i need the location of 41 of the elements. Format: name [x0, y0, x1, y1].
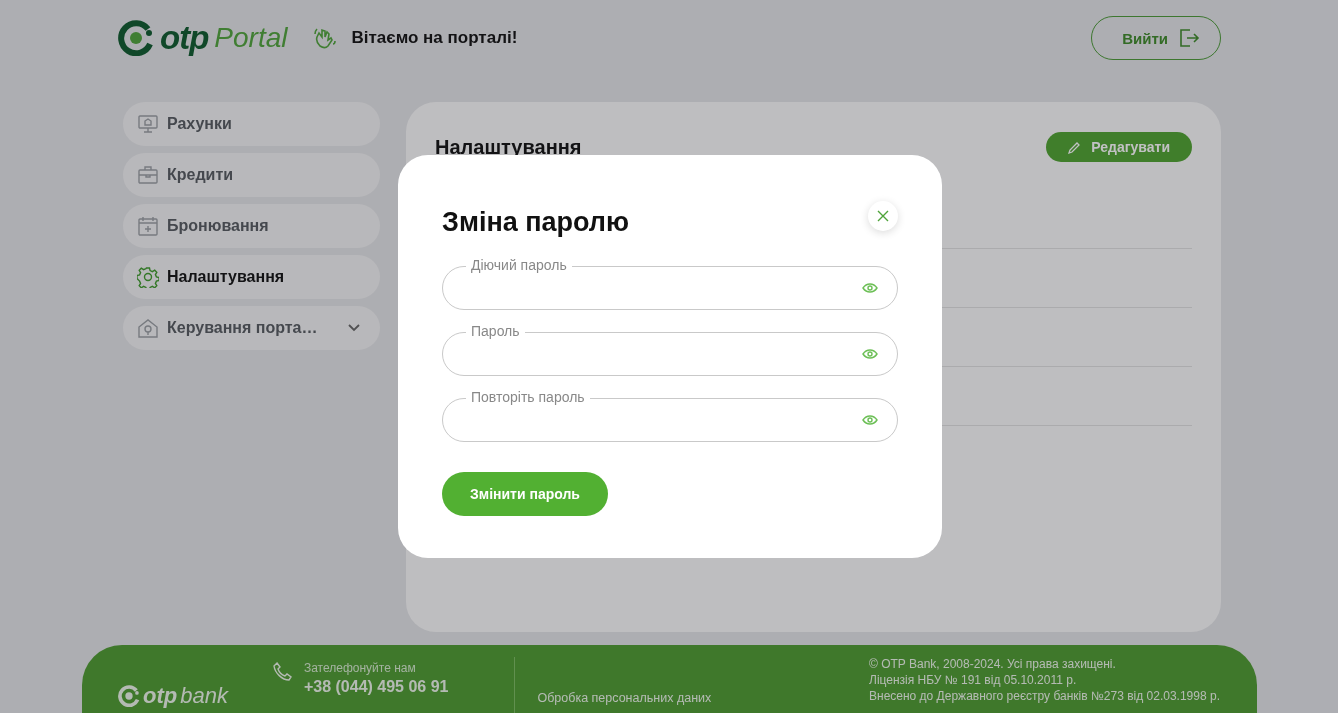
briefcase-icon — [137, 164, 159, 186]
sidebar-item[interactable]: Бронювання — [123, 204, 380, 248]
change-password-button[interactable]: Змінити пароль — [442, 472, 608, 516]
sidebar-item[interactable]: Налаштування — [123, 255, 380, 299]
password-field[interactable]: Діючий пароль — [442, 257, 898, 310]
privacy-link[interactable]: Обробка персональних даних — [537, 691, 712, 713]
password-field[interactable]: Повторіть пароль — [442, 389, 898, 442]
field-label: Пароль — [466, 323, 525, 339]
close-button[interactable] — [868, 200, 898, 231]
footer-logo: otpbank — [118, 683, 228, 709]
legal-text: © OTP Bank, 2008-2024. Усі права захищені. — [869, 657, 1117, 672]
waving-hand-icon — [313, 26, 338, 50]
sidebar-item[interactable]: Рахунки — [123, 102, 380, 146]
logo-icon — [118, 20, 154, 56]
logo-icon — [118, 685, 140, 707]
call-label: Зателефонуйте нам — [303, 661, 417, 675]
chevron-down-icon — [348, 324, 360, 332]
house-icon — [137, 317, 159, 339]
legal-text: Ліцензія НБУ № 191 від 05.10.2011 р. — [869, 673, 1078, 688]
sidebar-item[interactable]: Керування порта… — [123, 306, 380, 350]
field-label: Діючий пароль — [466, 257, 572, 273]
phone-icon — [271, 661, 294, 683]
panel-title: Налаштування — [435, 135, 582, 159]
pencil-icon — [1068, 140, 1082, 154]
password-field[interactable]: Пароль — [442, 323, 898, 376]
settings-icon — [137, 266, 159, 288]
sidebar-item[interactable]: Кредити — [123, 153, 380, 197]
phone-number[interactable]: +38 (044) 495 06 91 — [303, 678, 449, 696]
monitor-icon — [137, 113, 159, 135]
portal-logo[interactable]: otp Portal — [118, 19, 288, 57]
logout-icon — [1178, 27, 1200, 49]
modal-title: Зміна паролю — [442, 207, 630, 238]
edit-button[interactable]: Редагувати — [1046, 132, 1192, 162]
close-icon — [877, 209, 889, 222]
field-label: Повторіть пароль — [466, 389, 590, 405]
legal-text: Внесено до Державного реєстру банків №273 від 02.03.1998 р. — [869, 689, 1221, 704]
greeting-text: Вітаємо на порталі! — [351, 28, 518, 48]
eye-icon[interactable] — [862, 414, 878, 426]
eye-icon[interactable] — [862, 348, 878, 360]
calendar-icon — [137, 215, 159, 237]
eye-icon[interactable] — [862, 282, 878, 294]
